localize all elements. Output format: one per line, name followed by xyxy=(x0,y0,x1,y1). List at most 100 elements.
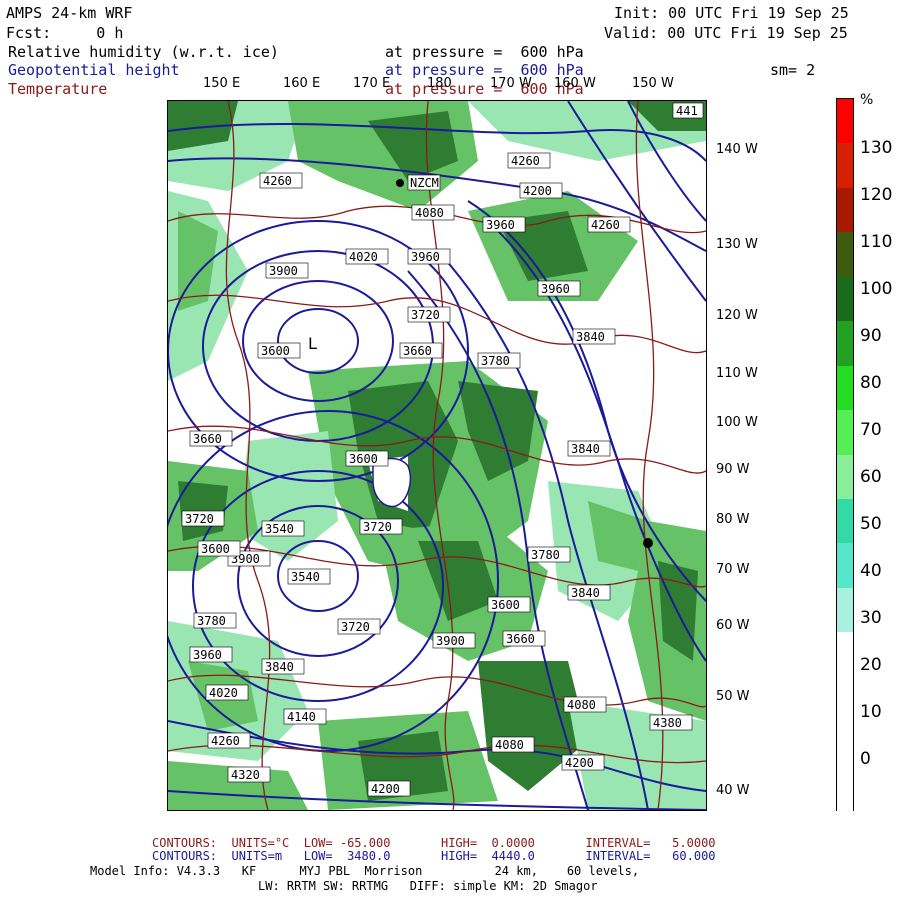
lon-label: 180 xyxy=(427,76,452,91)
colorbar-label: 50 xyxy=(860,514,882,534)
colorbar-segment xyxy=(837,676,853,722)
model-info: Model Info: V4.3.3 KF MYJ PBL Morrison 2… xyxy=(90,864,640,878)
colorbar-label: 30 xyxy=(860,608,882,628)
contour-label: 3900 xyxy=(436,634,465,648)
field-name-height: Geopotential height xyxy=(8,61,180,79)
contour-label: 3840 xyxy=(576,330,605,344)
lat-label: 100 W xyxy=(716,415,758,430)
contour-label: 4200 xyxy=(371,782,400,796)
contour-label: 4140 xyxy=(287,710,316,724)
contour-label: 4320 xyxy=(231,768,260,782)
contour-label: 3720 xyxy=(363,520,392,534)
contour-label: 4080 xyxy=(415,206,444,220)
colorbar-segment xyxy=(837,765,853,811)
low-center-label: L xyxy=(308,334,317,353)
contour-label: 3840 xyxy=(571,442,600,456)
lat-label: 60 W xyxy=(716,618,750,633)
contour-label: 3540 xyxy=(265,522,294,536)
lon-label: 170 E xyxy=(353,76,391,91)
contour-label: 4200 xyxy=(523,184,552,198)
contour-label: 3780 xyxy=(197,614,226,628)
colorbar-segment xyxy=(837,632,853,678)
colorbar-segment xyxy=(837,321,853,367)
lon-label: 160 E xyxy=(283,76,321,91)
height-contour-info: CONTOURS: UNITS=m LOW= 3480.0 HIGH= 4440… xyxy=(152,849,716,863)
contour-label: 3900 xyxy=(269,264,298,278)
colorbar-segment xyxy=(837,99,853,144)
colorbar-segment xyxy=(837,587,853,633)
colorbar-segment xyxy=(837,232,853,278)
lat-label: 40 W xyxy=(716,783,750,798)
contour-label: 3540 xyxy=(291,570,320,584)
contour-label: 4260 xyxy=(263,174,292,188)
contour-label: 4260 xyxy=(511,154,540,168)
colorbar-segment xyxy=(837,187,853,233)
colorbar-segment xyxy=(837,721,853,767)
contour-label: 3780 xyxy=(481,354,510,368)
valid-time: Valid: 00 UTC Fri 19 Sep 25 xyxy=(604,24,848,42)
lon-label: 170 W xyxy=(490,76,532,91)
contour-label: 3720 xyxy=(411,308,440,322)
contour-label: 4380 xyxy=(653,716,682,730)
colorbar-label: 60 xyxy=(860,467,882,487)
colorbar-segment xyxy=(837,543,853,589)
contour-label: 3660 xyxy=(506,632,535,646)
contour-label: 3600 xyxy=(349,452,378,466)
contour-label: 3600 xyxy=(201,542,230,556)
colorbar-segment xyxy=(837,454,853,500)
contour-label: 3720 xyxy=(185,512,214,526)
contour-label: 3660 xyxy=(193,432,222,446)
contour-label: 3840 xyxy=(571,586,600,600)
colorbar-label: 90 xyxy=(860,326,882,346)
field-level-rh: at pressure = 600 hPa xyxy=(385,43,584,61)
contour-label: 3720 xyxy=(341,620,370,634)
contour-label: 3600 xyxy=(491,598,520,612)
colorbar-label: 40 xyxy=(860,561,882,581)
colorbar-label: 110 xyxy=(860,232,893,252)
colorbar-label: 100 xyxy=(860,279,893,299)
colorbar-segment xyxy=(837,410,853,455)
lat-label: 140 W xyxy=(716,142,758,157)
contour-label: 4080 xyxy=(567,698,596,712)
contour-label: 3780 xyxy=(531,548,560,562)
contour-label: 3600 xyxy=(261,344,290,358)
contour-label: 3960 xyxy=(193,648,222,662)
lat-label: 120 W xyxy=(716,308,758,323)
colorbar-label: 120 xyxy=(860,185,893,205)
contour-label: 3960 xyxy=(486,218,515,232)
station-marker xyxy=(396,179,404,187)
colorbar-label: 80 xyxy=(860,373,882,393)
lat-label: 70 W xyxy=(716,562,750,577)
lon-label: 150 W xyxy=(632,76,674,91)
model-physics-info: LW: RRTM SW: RRTMG DIFF: simple KM: 2D S… xyxy=(258,879,598,893)
station-marker xyxy=(643,538,653,548)
contour-label: 3840 xyxy=(265,660,294,674)
lat-label: 110 W xyxy=(716,366,758,381)
init-time: Init: 00 UTC Fri 19 Sep 25 xyxy=(614,4,849,22)
colorbar-label: 130 xyxy=(860,138,893,158)
contour-label: 4260 xyxy=(211,734,240,748)
colorbar-segment xyxy=(837,276,853,322)
contour-label: 4200 xyxy=(565,756,594,770)
colorbar-label: 0 xyxy=(860,749,871,769)
contour-label: 4260 xyxy=(591,218,620,232)
field-name-temperature: Temperature xyxy=(8,80,108,98)
forecast-hour: Fcst: 0 h xyxy=(6,24,124,42)
lat-label: 90 W xyxy=(716,462,750,477)
colorbar-segment xyxy=(837,365,853,411)
lat-label: 130 W xyxy=(716,237,758,252)
contour-label: 4020 xyxy=(209,686,238,700)
weather-map[interactable]: 4260 4260 4200 4080 3960 4260 3960 4020 … xyxy=(167,100,707,811)
station-label: NZCM xyxy=(410,176,439,190)
model-title: AMPS 24-km WRF xyxy=(6,4,133,22)
lat-label: 80 W xyxy=(716,512,750,527)
corner-label: 441 xyxy=(676,104,698,118)
map-svg: 4260 4260 4200 4080 3960 4260 3960 4020 … xyxy=(168,101,706,810)
colorbar-label: 70 xyxy=(860,420,882,440)
lon-label: 160 W xyxy=(554,76,596,91)
colorbar xyxy=(836,98,854,811)
colorbar-label: 10 xyxy=(860,702,882,722)
field-name-rh: Relative humidity (w.r.t. ice) xyxy=(8,43,279,61)
contour-label: 4080 xyxy=(495,738,524,752)
contour-label: 3960 xyxy=(411,250,440,264)
